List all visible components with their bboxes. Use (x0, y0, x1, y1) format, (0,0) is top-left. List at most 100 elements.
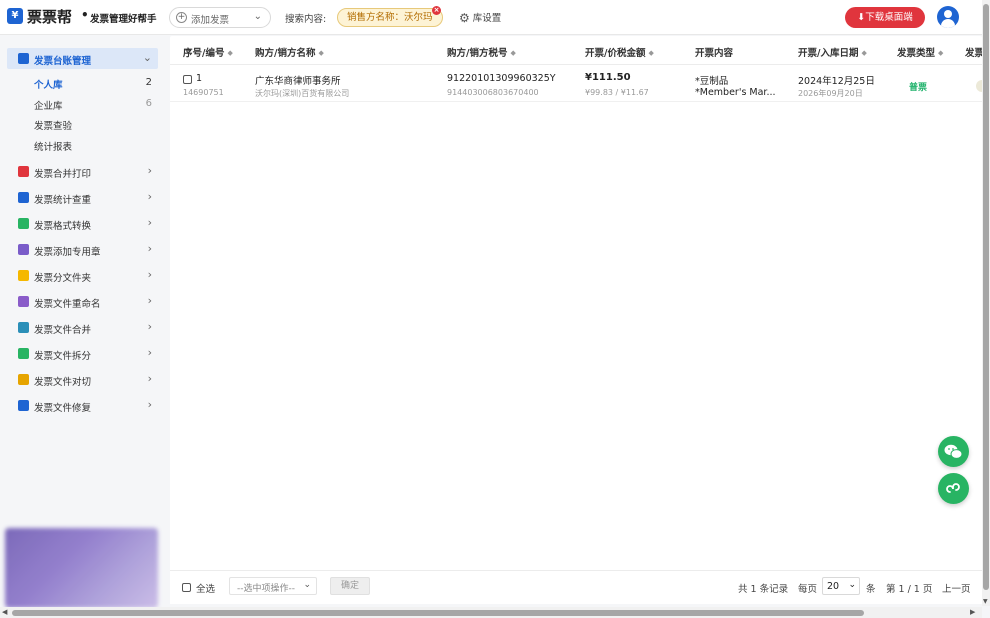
row-number: 14690751 (183, 88, 224, 97)
sidebar-sub-enterprise-library[interactable]: 企业库 (34, 98, 63, 112)
download-label: 下载桌面端 (865, 12, 913, 23)
bulk-action-select[interactable]: --选中项操作-- ⌄ (229, 577, 317, 595)
chevron-right-icon: › (147, 398, 152, 411)
wechat-button[interactable] (938, 436, 969, 467)
column-header-name[interactable]: 购方/销方名称 ◆ (255, 45, 324, 59)
chevron-right-icon: › (147, 190, 152, 203)
sidebar-item-label: 发票文件拆分 (34, 351, 92, 362)
stats-icon (18, 192, 29, 203)
avatar-body (941, 19, 955, 28)
page-info: 第 1 / 1 页 (886, 584, 933, 595)
column-header-tax-id[interactable]: 购方/销方税号 ◆ (447, 45, 516, 59)
invoice-table-panel: 序号/编号 ◆ 购方/销方名称 ◆ 购方/销方税号 ◆ 开票/价税金额 ◆ 开票内容 开… (170, 36, 986, 604)
bulk-action-value: --选中项操作-- (237, 584, 295, 594)
sort-icon: ◆ (510, 49, 516, 57)
per-page-select[interactable]: 20 ⌄ (822, 577, 860, 595)
price-tax-breakdown: ¥99.83 / ¥11.67 (585, 88, 649, 97)
table-row[interactable]: 1 14690751 广东华商律师事务所 沃尔玛(深圳)百货有限公司 91220… (170, 66, 986, 102)
sidebar-item-rename[interactable]: 发票文件重命名 › (7, 291, 158, 312)
chevron-down-icon: ⌄ (253, 11, 262, 22)
column-header-date[interactable]: 开票/入库日期 ◆ (798, 45, 867, 59)
scrollbar-thumb[interactable] (12, 610, 864, 616)
per-page-unit: 条 (866, 584, 876, 595)
scroll-left-arrow[interactable]: ◀ (2, 608, 7, 616)
sidebar-item-merge-print[interactable]: 发票合并打印 › (7, 161, 158, 182)
column-label: 购方/销方名称 (255, 48, 316, 59)
scrollbar-thumb[interactable] (983, 4, 989, 590)
app-window: ¥ 票票帮 • 发票管理好帮手 + 添加发票 ⌄ 搜索内容: 销售方名称：沃尔玛… (0, 0, 990, 618)
chevron-right-icon: › (147, 294, 152, 307)
sidebar-item-label: 发票分文件夹 (34, 273, 92, 284)
clear-filter-icon[interactable]: × (432, 6, 441, 15)
row-checkbox[interactable] (183, 75, 192, 84)
sort-icon: ◆ (227, 49, 233, 57)
sidebar-item-add-stamp[interactable]: 发票添加专用章 › (7, 239, 158, 260)
cut-icon (18, 374, 29, 385)
sidebar-sub-invoice-verify[interactable]: 发票查验 (34, 118, 72, 132)
sidebar-item-label: 发票文件重命名 (34, 299, 101, 310)
sidebar-item-file-merge[interactable]: 发票文件合并 › (7, 317, 158, 338)
chevron-right-icon: › (147, 268, 152, 281)
library-settings-label: 库设置 (472, 13, 502, 24)
per-page-label: 每页 (798, 584, 818, 595)
content-line-2: *Member's Mar... (695, 87, 776, 98)
sidebar-item-format-convert[interactable]: 发票格式转换 › (7, 213, 158, 234)
table-footer: 全选 --选中项操作-- ⌄ 确定 共 1 条记录 每页 20 ⌄ 条 第 1 … (170, 570, 982, 604)
sidebar-sub-personal-library[interactable]: 个人库 (34, 77, 63, 91)
total-amount: ¥111.50 (585, 72, 631, 83)
sidebar-item-ledger[interactable]: 发票台账管理 ⌄ (7, 48, 158, 69)
sidebar-item-folders[interactable]: 发票分文件夹 › (7, 265, 158, 286)
sort-icon: ◆ (938, 49, 944, 57)
add-invoice-label: 添加发票 (191, 15, 230, 26)
repair-icon (18, 400, 29, 411)
buyer-tax-id: 91220101309960325Y (447, 73, 556, 84)
vertical-scrollbar[interactable]: ▼ (982, 0, 990, 606)
mini-program-button[interactable] (938, 473, 969, 504)
search-filter-tag[interactable]: 销售方名称：沃尔玛 (337, 8, 443, 27)
sidebar-item-stats-dedup[interactable]: 发票统计查重 › (7, 187, 158, 208)
sidebar-item-label: 发票台账管理 (34, 56, 92, 67)
user-avatar[interactable] (937, 6, 959, 28)
sort-icon: ◆ (648, 49, 654, 57)
select-all-label: 全选 (196, 584, 216, 595)
chevron-right-icon: › (147, 216, 152, 229)
chevron-up-icon: ⌄ (142, 51, 152, 64)
column-header-amount[interactable]: 开票/价税金额 ◆ (585, 45, 654, 59)
printer-icon (18, 166, 29, 177)
chevron-down-icon: ⌄ (303, 580, 311, 590)
app-slogan: 发票管理好帮手 (90, 14, 157, 25)
prev-page-button[interactable]: 上一页 (942, 581, 971, 595)
personal-library-count: 2 (145, 77, 152, 88)
chevron-right-icon: › (147, 372, 152, 385)
select-all-checkbox[interactable] (182, 583, 191, 592)
scroll-down-arrow[interactable]: ▼ (983, 598, 988, 605)
sidebar-item-file-cut[interactable]: 发票文件对切 › (7, 369, 158, 390)
add-invoice-dropdown[interactable]: + 添加发票 ⌄ (169, 7, 271, 28)
seller-name: 沃尔玛(深圳)百货有限公司 (255, 89, 350, 98)
column-label: 开票/入库日期 (798, 48, 859, 59)
library-settings-button[interactable]: ⚙ 库设置 (459, 10, 501, 25)
download-desktop-button[interactable]: ⬇下载桌面端 (845, 7, 925, 28)
column-header-index[interactable]: 序号/编号 ◆ (183, 45, 233, 59)
gear-icon: ⚙ (459, 11, 470, 25)
invoice-date: 2024年12月25日 (798, 76, 875, 87)
convert-icon (18, 218, 29, 229)
total-records: 共 1 条记录 (738, 584, 789, 595)
mini-program-icon (946, 483, 960, 493)
chevron-right-icon: › (147, 320, 152, 333)
column-header-type[interactable]: 发票类型 ◆ (897, 45, 943, 59)
column-header-content: 开票内容 (695, 48, 734, 59)
sidebar-sub-statistics-report[interactable]: 统计报表 (34, 139, 72, 153)
promo-banner[interactable] (5, 528, 158, 608)
scroll-right-arrow[interactable]: ▶ (970, 608, 975, 616)
sidebar-item-label: 发票文件修复 (34, 403, 92, 414)
wechat-icon (944, 444, 963, 459)
per-page-value: 20 (827, 581, 840, 592)
seller-tax-id: 914403006803670400 (447, 88, 539, 97)
horizontal-scrollbar[interactable]: ◀ ▶ (0, 607, 982, 618)
sidebar-item-file-repair[interactable]: 发票文件修复 › (7, 395, 158, 416)
folder-icon (18, 270, 29, 281)
avatar-head (944, 10, 952, 18)
confirm-button[interactable]: 确定 (330, 577, 370, 595)
sidebar-item-file-split[interactable]: 发票文件拆分 › (7, 343, 158, 364)
